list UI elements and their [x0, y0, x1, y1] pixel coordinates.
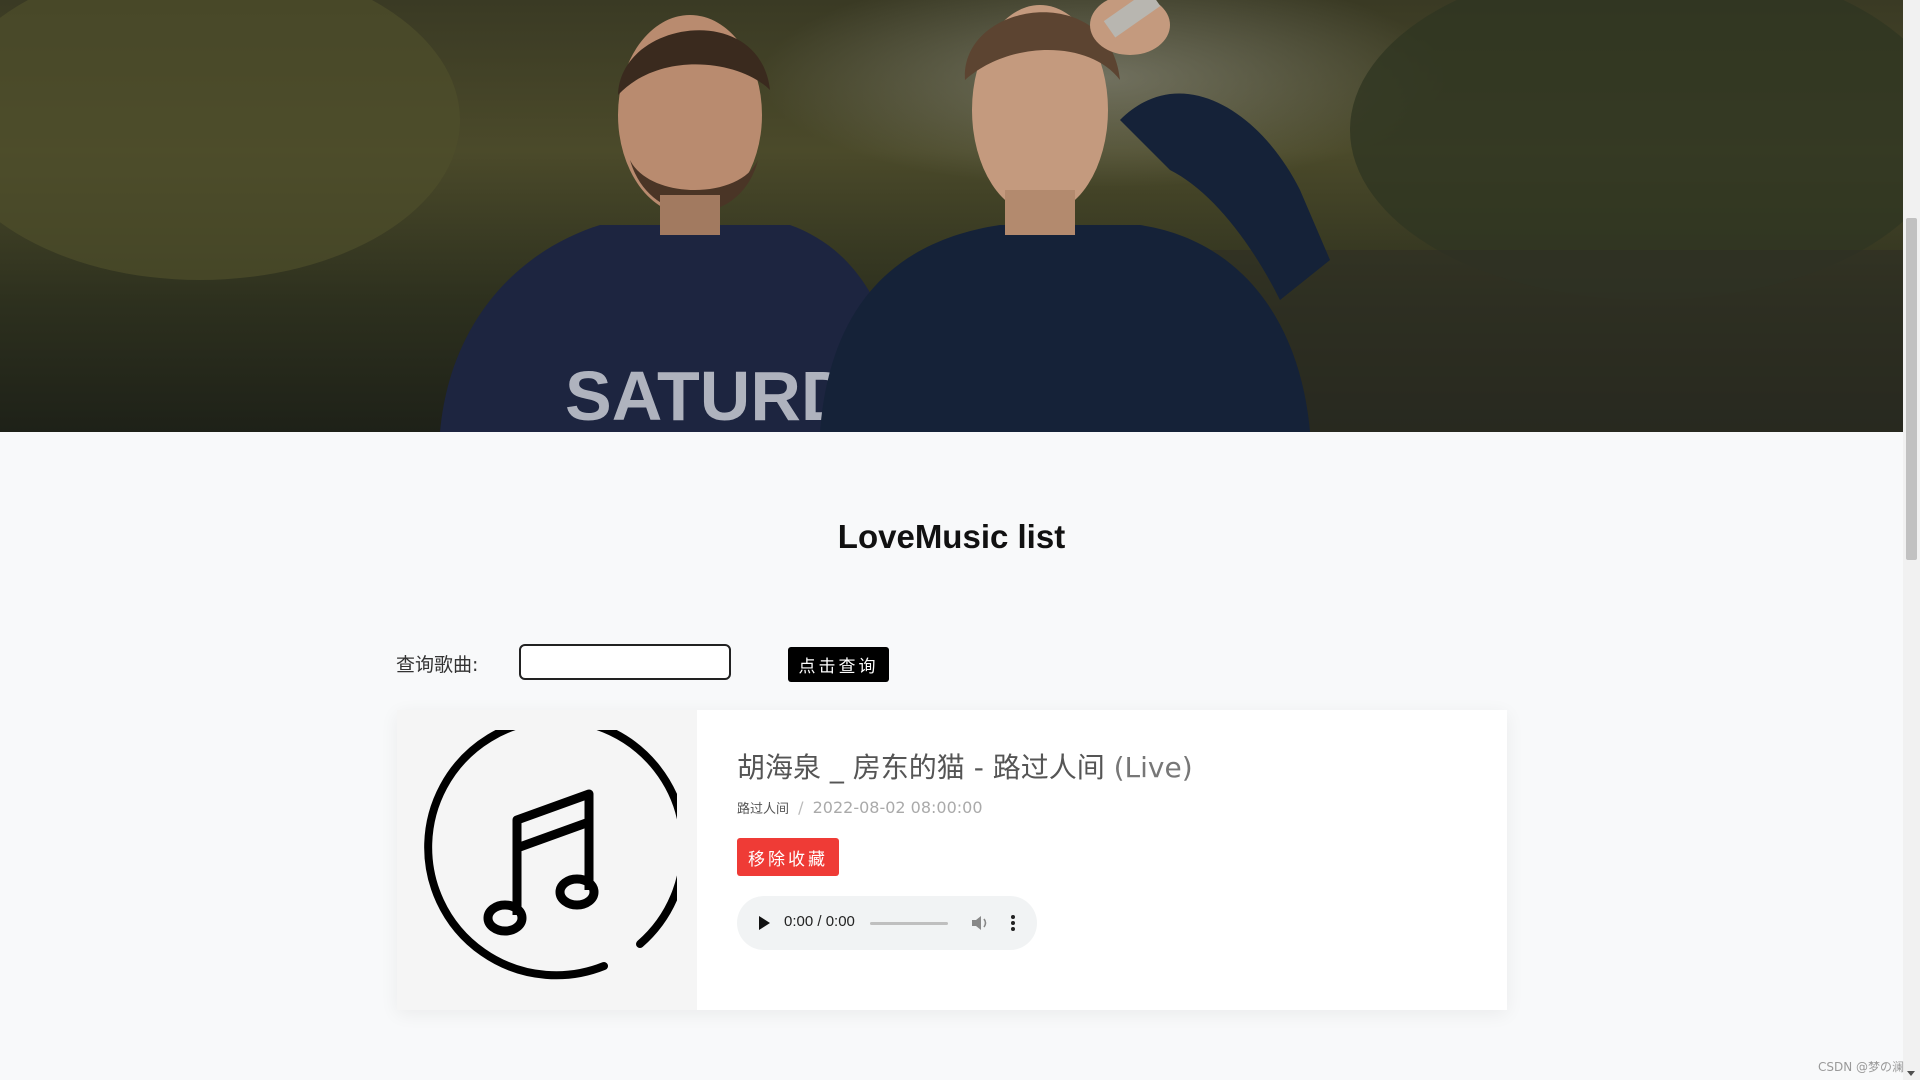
- audio-progress-bar[interactable]: [870, 922, 948, 925]
- volume-icon[interactable]: [970, 913, 990, 933]
- song-title-suffix: (Live): [1113, 751, 1193, 784]
- more-options-icon[interactable]: [1010, 913, 1016, 933]
- song-card: 胡海泉 _ 房东的猫 - 路过人间 (Live) 路过人间 / 2022-08-…: [397, 710, 1507, 1010]
- song-title-text: 胡海泉 _ 房东的猫 - 路过人间: [737, 751, 1105, 784]
- music-note-icon: [424, 730, 677, 980]
- hero-banner: SATURDAYS: [0, 0, 1903, 432]
- song-date: 2022-08-02 08:00:00: [812, 798, 983, 817]
- page-scrollbar[interactable]: [1903, 0, 1920, 1080]
- search-button[interactable]: 点击查询: [788, 647, 889, 682]
- audio-time: 0:00 / 0:00: [784, 913, 855, 930]
- play-icon[interactable]: [759, 916, 770, 930]
- search-input[interactable]: [519, 644, 731, 680]
- scroll-down-arrow-icon[interactable]: [1907, 1071, 1915, 1076]
- search-label: 查询歌曲:: [396, 654, 479, 676]
- hero-illustration: SATURDAYS: [0, 0, 1903, 432]
- song-singer: 路过人间: [737, 802, 790, 817]
- song-title: 胡海泉 _ 房东的猫 - 路过人间 (Live): [737, 746, 1193, 786]
- audio-player: 0:00 / 0:00: [737, 896, 1037, 950]
- meta-separator: /: [798, 798, 804, 817]
- song-cover: [397, 710, 697, 1010]
- remove-favorite-button[interactable]: 移除收藏: [737, 838, 839, 876]
- scrollbar-thumb[interactable]: [1906, 218, 1917, 560]
- watermark: CSDN @梦の澜: [1817, 1060, 1904, 1074]
- song-meta: 路过人间 / 2022-08-02 08:00:00: [737, 798, 983, 817]
- page-title: LoveMusic list: [837, 518, 1066, 555]
